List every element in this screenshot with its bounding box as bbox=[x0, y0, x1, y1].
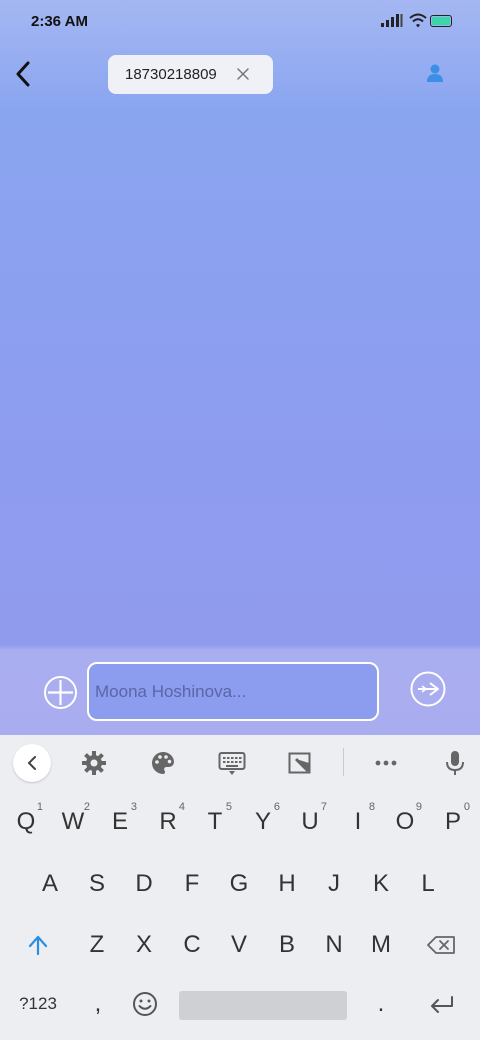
key-w[interactable]: W2 bbox=[50, 797, 96, 847]
microphone-icon[interactable] bbox=[442, 750, 468, 776]
key-p[interactable]: P0 bbox=[430, 797, 476, 847]
space-bar[interactable] bbox=[179, 991, 347, 1020]
key-b[interactable]: B bbox=[264, 920, 310, 970]
emoji-smiley-icon bbox=[133, 992, 157, 1016]
key-s[interactable]: S bbox=[74, 859, 120, 909]
signal-icon bbox=[381, 14, 403, 27]
keyboard-icon[interactable] bbox=[218, 750, 246, 776]
backspace-key[interactable] bbox=[418, 920, 466, 970]
keyboard-back-button[interactable] bbox=[13, 744, 51, 782]
key-y[interactable]: Y6 bbox=[240, 797, 286, 847]
period-key[interactable]: . bbox=[358, 980, 404, 1028]
key-k[interactable]: K bbox=[358, 859, 404, 909]
key-l[interactable]: L bbox=[405, 859, 451, 909]
key-g[interactable]: G bbox=[216, 859, 262, 909]
back-button[interactable] bbox=[8, 56, 38, 92]
contact-icon[interactable] bbox=[425, 63, 445, 85]
send-button[interactable] bbox=[410, 671, 446, 707]
settings-gear-icon[interactable] bbox=[81, 750, 107, 776]
status-time: 2:36 AM bbox=[31, 13, 88, 30]
resize-icon[interactable] bbox=[287, 750, 313, 776]
key-t[interactable]: T5 bbox=[192, 797, 238, 847]
key-z[interactable]: Z bbox=[74, 920, 120, 970]
more-icon[interactable] bbox=[373, 750, 399, 776]
key-v[interactable]: V bbox=[216, 920, 262, 970]
keyboard-toolbar bbox=[0, 735, 480, 790]
conversation-background bbox=[0, 0, 480, 735]
key-x[interactable]: X bbox=[121, 920, 167, 970]
chevron-left-icon bbox=[27, 756, 36, 770]
wifi-icon bbox=[409, 13, 427, 28]
keyboard: Q1 W2 E3 R4 T5 Y6 U7 I8 O9 P0 A S D F G … bbox=[0, 735, 480, 1040]
message-input[interactable] bbox=[87, 662, 379, 721]
symbols-key[interactable]: ?123 bbox=[8, 980, 68, 1028]
toolbar-divider bbox=[343, 748, 344, 776]
shift-arrow-icon bbox=[28, 935, 48, 955]
key-j[interactable]: J bbox=[311, 859, 357, 909]
add-attachment-button[interactable] bbox=[43, 675, 78, 710]
key-o[interactable]: O9 bbox=[382, 797, 428, 847]
enter-return-icon bbox=[431, 996, 453, 1013]
key-q[interactable]: Q1 bbox=[3, 797, 49, 847]
key-n[interactable]: N bbox=[311, 920, 357, 970]
status-bar: 2:36 AM bbox=[0, 0, 480, 44]
enter-key[interactable] bbox=[418, 980, 466, 1028]
key-f[interactable]: F bbox=[169, 859, 215, 909]
key-u[interactable]: U7 bbox=[287, 797, 333, 847]
key-r[interactable]: R4 bbox=[145, 797, 191, 847]
key-i[interactable]: I8 bbox=[335, 797, 381, 847]
key-h[interactable]: H bbox=[264, 859, 310, 909]
shift-key[interactable] bbox=[14, 920, 62, 970]
emoji-key[interactable] bbox=[122, 980, 168, 1028]
key-d[interactable]: D bbox=[121, 859, 167, 909]
palette-icon[interactable] bbox=[150, 750, 176, 776]
key-c[interactable]: C bbox=[169, 920, 215, 970]
chevron-left-icon bbox=[16, 61, 30, 87]
key-e[interactable]: E3 bbox=[97, 797, 143, 847]
key-a[interactable]: A bbox=[27, 859, 73, 909]
comma-key[interactable]: , bbox=[75, 980, 121, 1028]
backspace-icon bbox=[427, 936, 455, 954]
key-m[interactable]: M bbox=[358, 920, 404, 970]
battery-icon bbox=[430, 15, 452, 27]
recipient-number: 18730218809 bbox=[125, 66, 217, 83]
close-icon[interactable] bbox=[236, 67, 250, 81]
